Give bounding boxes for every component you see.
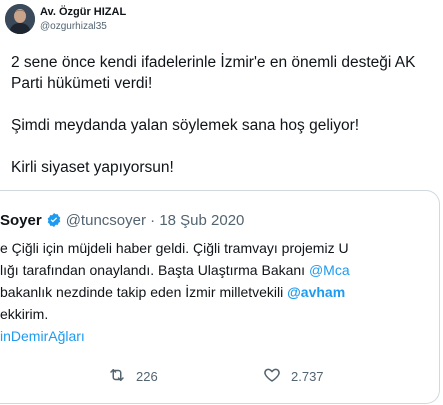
mention-link[interactable]: @avham — [287, 284, 345, 300]
quoted-line-4-text: ekkirim. — [0, 306, 49, 322]
avatar-image — [5, 4, 35, 34]
quoted-tweet-text: e Çiğli için müjdeli haber geldi. Çiğli … — [0, 237, 439, 347]
tweet-paragraph-1: 2 sene önce kendi ifadelerinle İzmir'e e… — [11, 54, 416, 92]
tweet-paragraph-2: Şimdi meydanda yalan söylemek sana hoş g… — [11, 117, 360, 134]
retweet-icon — [108, 366, 136, 387]
quoted-line-2: lığı tarafından onaylandı. Başta Ulaştır… — [0, 259, 439, 281]
heart-icon — [263, 366, 291, 387]
quoted-author-handle[interactable]: @tuncsoyer — [66, 212, 146, 229]
quoted-line-4: ekkirim. — [0, 303, 439, 325]
retweet-count: 226 — [136, 368, 158, 384]
hashtag-link[interactable]: inDemirAğları — [0, 328, 85, 344]
author-handle[interactable]: @ozgurhizal35 — [40, 21, 107, 32]
quoted-line-3-text: bakanlık nezdinde takip eden İzmir mille… — [0, 284, 288, 300]
retweet-button[interactable]: 226 — [108, 361, 158, 391]
quoted-line-5: inDemirAğları — [0, 325, 439, 347]
quoted-tweet-header: Soyer @tuncsoyer · 18 Şub 2020 — [0, 211, 244, 234]
quoted-tweet-card[interactable]: Soyer @tuncsoyer · 18 Şub 2020 e Çiğli iç… — [0, 190, 440, 404]
quoted-line-1: e Çiğli için müjdeli haber geldi. Çiğli … — [0, 237, 439, 259]
author-name[interactable]: Av. Özgür HIZAL — [40, 6, 126, 18]
like-count: 2.737 — [291, 368, 324, 384]
tweet-actions: 226 2.737 — [0, 361, 439, 391]
like-button[interactable]: 2.737 — [263, 361, 324, 391]
verified-badge-icon — [46, 212, 62, 234]
avatar[interactable] — [5, 4, 35, 34]
quoted-line-2-text: lığı tarafından onaylandı. Başta Ulaştır… — [0, 262, 309, 278]
tweet-text: 2 sene önce kendi ifadelerinle İzmir'e e… — [11, 52, 439, 199]
tweet-paragraph-3: Kirli siyaset yapıyorsun! — [11, 159, 174, 176]
mention-link[interactable]: @Mca — [309, 262, 350, 278]
quoted-tweet-date[interactable]: 18 Şub 2020 — [159, 212, 244, 229]
quoted-author-name[interactable]: Soyer — [0, 212, 42, 229]
quoted-line-3: bakanlık nezdinde takip eden İzmir mille… — [0, 281, 439, 303]
quoted-line-1-text: e Çiğli için müjdeli haber geldi. Çiğli … — [0, 240, 349, 256]
